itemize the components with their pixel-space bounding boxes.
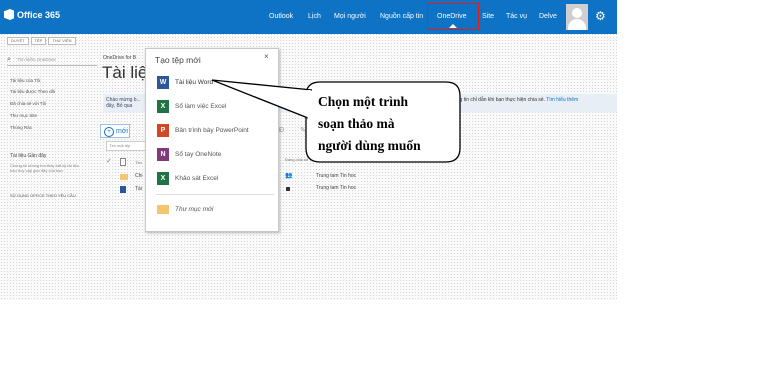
callout-bubble: [211, 79, 461, 163]
callout-line: soạn thảo mà: [318, 116, 395, 131]
callout-text: Chọn một trình soạn thảo mà người dùng m…: [318, 91, 458, 157]
callout-line: Chọn một trình: [318, 94, 409, 109]
callout-line: người dùng muốn: [318, 138, 421, 153]
